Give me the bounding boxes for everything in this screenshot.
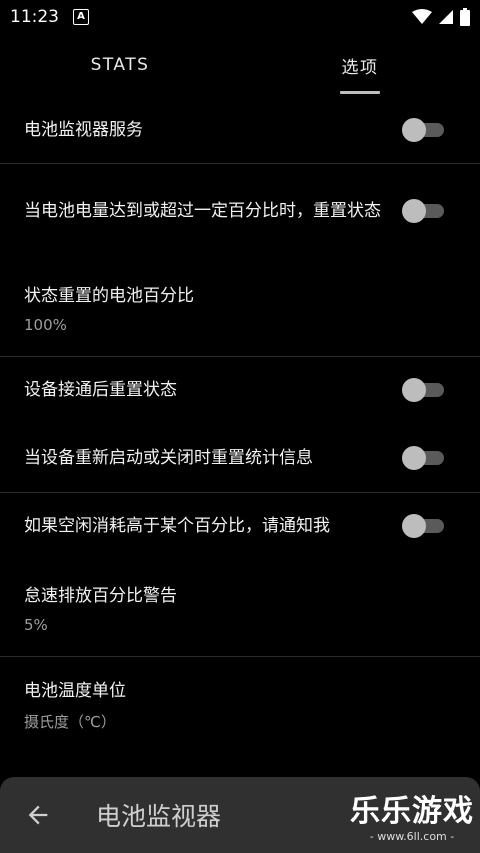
tab-options[interactable]: 选项 xyxy=(240,34,480,96)
setting-title: 状态重置的电池百分比 xyxy=(24,285,194,306)
signal-icon xyxy=(439,10,453,24)
status-icons xyxy=(412,8,470,26)
setting-summary: 5% xyxy=(24,615,48,634)
wifi-icon xyxy=(412,9,432,24)
toggle-switch[interactable] xyxy=(402,117,444,142)
setting-reset-on-plugged[interactable]: 设备接通后重置状态 xyxy=(0,357,480,423)
setting-title: 怠速排放百分比警告 xyxy=(24,585,177,606)
tab-bar: STATS 选项 xyxy=(0,34,480,96)
status-time: 11:23 xyxy=(10,7,59,27)
setting-title: 如果空闲消耗高于某个百分比，请通知我 xyxy=(24,515,330,536)
setting-temperature-unit[interactable]: 电池温度单位 摄氏度（℃） xyxy=(0,657,480,753)
watermark: 乐乐游戏 - www.6ll.com - xyxy=(350,786,474,843)
setting-battery-monitor-service[interactable]: 电池监视器服务 xyxy=(0,96,480,164)
setting-summary: 摄氏度（℃） xyxy=(24,713,116,731)
toggle-switch[interactable] xyxy=(402,513,444,538)
toggle-switch[interactable] xyxy=(402,445,444,470)
toggle-switch[interactable] xyxy=(402,377,444,402)
settings-list: 电池监视器服务 当电池电量达到或超过一定百分比时，重置状态 状态重置的电池百分比… xyxy=(0,96,480,753)
setting-reset-battery-percentage[interactable]: 状态重置的电池百分比 100% xyxy=(0,259,480,357)
watermark-sub: - www.6ll.com - xyxy=(369,830,455,843)
setting-reset-on-reboot[interactable]: 当设备重新启动或关闭时重置统计信息 xyxy=(0,423,480,493)
setting-title: 电池温度单位 xyxy=(24,681,126,701)
tab-stats[interactable]: STATS xyxy=(0,34,240,96)
status-bar: 11:23 A xyxy=(0,0,480,34)
setting-title: 电池监视器服务 xyxy=(24,119,143,140)
toggle-switch[interactable] xyxy=(402,199,444,223)
back-arrow-icon[interactable] xyxy=(24,801,52,829)
setting-idle-drain-warning[interactable]: 怠速排放百分比警告 5% xyxy=(0,559,480,657)
watermark-main: 乐乐游戏 xyxy=(350,794,474,829)
setting-summary: 100% xyxy=(24,315,67,334)
setting-title: 当电池电量达到或超过一定百分比时，重置状态 xyxy=(24,201,381,221)
setting-title: 当设备重新启动或关闭时重置统计信息 xyxy=(24,447,313,468)
notification-a-icon: A xyxy=(73,9,89,25)
app-title: 电池监视器 xyxy=(96,802,222,831)
setting-idle-drain-notify[interactable]: 如果空闲消耗高于某个百分比，请通知我 xyxy=(0,493,480,559)
setting-title: 设备接通后重置状态 xyxy=(24,379,177,400)
setting-reset-on-percentage[interactable]: 当电池电量达到或超过一定百分比时，重置状态 xyxy=(0,164,480,259)
battery-icon xyxy=(460,8,470,26)
